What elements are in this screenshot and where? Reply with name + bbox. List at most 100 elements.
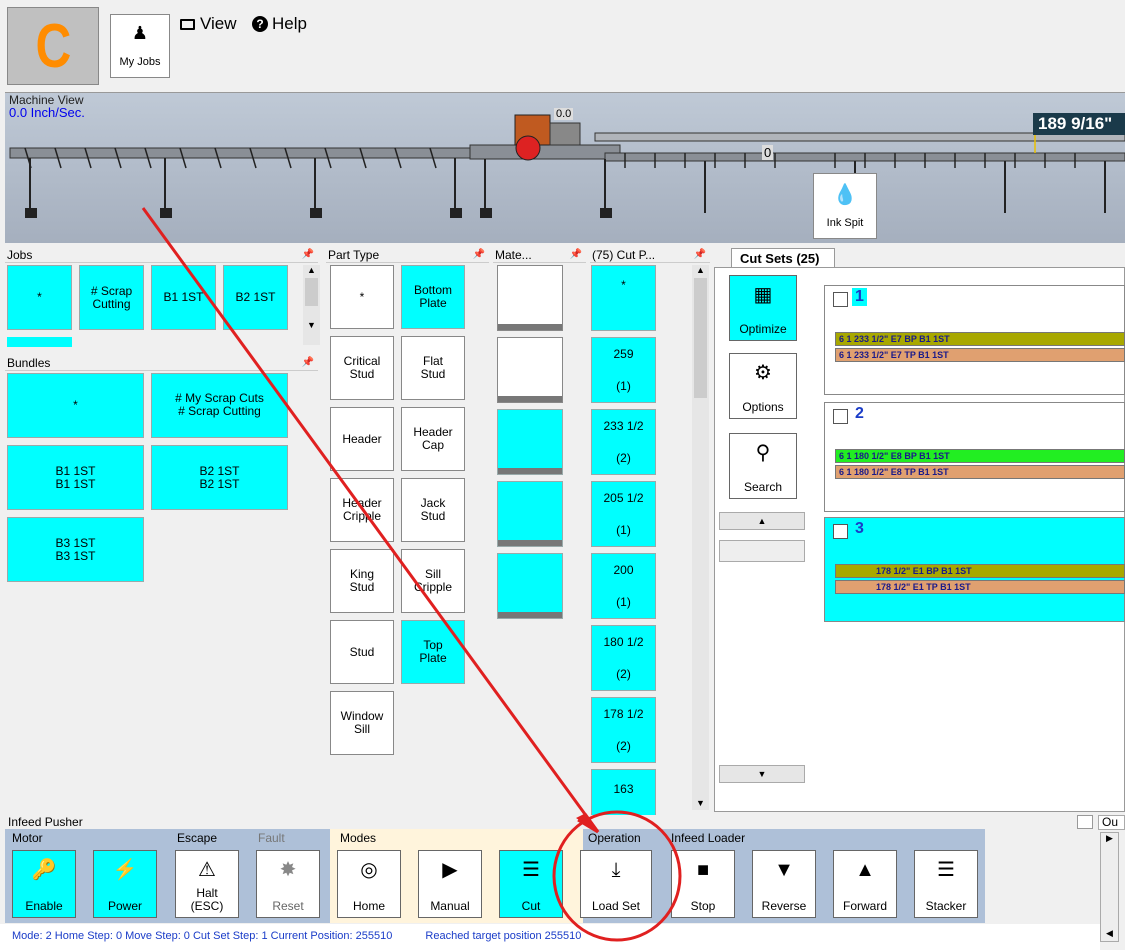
cut-part-tile[interactable]: * [591,265,656,331]
material-bar [498,612,562,618]
cut-set-strip: 6 1 180 1/2" E8 BP B1 1ST [835,449,1125,463]
cut-set-checkbox[interactable] [833,409,848,424]
material-tile[interactable] [497,337,563,403]
job-tile-partial[interactable] [7,337,72,347]
material-tile[interactable] [497,265,563,331]
job-tile-b1[interactable]: B1 1ST [151,265,216,330]
logo: C [7,7,99,85]
cut-set-checkbox[interactable] [833,524,848,539]
stacker-icon: ☰ [937,859,955,881]
cut-part-tile[interactable]: 233 1/2 (2) [591,409,656,475]
cut-set-strip: 6 1 233 1/2" E7 TP B1 1ST [835,348,1125,362]
power-button[interactable]: ⚡ Power [93,850,157,918]
cut-set-card[interactable]: 3 178 1/2" E1 BP B1 1ST 178 1/2" E1 TP B1 … [824,517,1125,622]
forward-button[interactable]: ▲ Forward [833,850,897,918]
pin-icon[interactable]: 📌 [302,355,314,371]
optimize-button[interactable]: ▦ Optimize [729,275,797,341]
part-type-tile[interactable]: Window Sill [330,691,394,755]
part-type-tile[interactable]: Stud [330,620,394,684]
bundle-tile-b2[interactable]: B2 1ST B2 1ST [151,445,288,510]
material-tile[interactable] [497,553,563,619]
enable-button[interactable]: 🔑 Enable [12,850,76,918]
cut-sets-scroll-down[interactable]: ▼ [719,765,805,783]
cut-part-tile[interactable]: 178 1/2 (2) [591,697,656,763]
stop-button[interactable]: ■ Stop [671,850,735,918]
cut-part-tile[interactable]: 200 (1) [591,553,656,619]
part-type-tile[interactable]: Header [330,407,394,471]
scroll-up-icon[interactable]: ▲ [692,265,709,275]
scroll-up-icon[interactable]: ▲ [303,265,320,275]
material-tile[interactable] [497,409,563,475]
up-triangle-icon: ▲ [855,859,875,881]
pin-icon[interactable]: 📌 [302,247,314,263]
part-type-tile[interactable]: Bottom Plate [401,265,465,329]
ink-spit-button[interactable]: 💧 Ink Spit [813,173,877,239]
halt-button[interactable]: ⚠ Halt (ESC) [175,850,239,918]
pusher-value: 0 [762,145,774,160]
target-icon: ◎ [360,859,378,881]
panel-checkbox[interactable] [1077,815,1093,829]
bundle-tile-all[interactable]: * [7,373,144,438]
part-type-tile[interactable]: Header Cap [401,407,465,471]
scroll-right-icon[interactable]: ▶ [1101,833,1118,844]
bundle-tile-scrap[interactable]: # My Scrap Cuts # Scrap Cutting [151,373,288,438]
part-type-tile[interactable]: King Stud [330,549,394,613]
scroll-down-icon[interactable]: ▼ [303,320,320,330]
cut-set-card[interactable]: 2 6 1 180 1/2" E8 BP B1 1ST 6 1 180 1/2" E… [824,402,1125,512]
cut-part-length: 180 1/2 [603,634,644,649]
cut-set-checkbox[interactable] [833,292,848,307]
part-type-tile[interactable]: Critical Stud [330,336,394,400]
options-button[interactable]: ⚙ Options [729,353,797,419]
bundle-tile-b3[interactable]: B3 1ST B3 1ST [7,517,144,582]
job-tile-b2[interactable]: B2 1ST [223,265,288,330]
home-button[interactable]: ◎ Home [337,850,401,918]
stacker-button[interactable]: ☰ Stacker [914,850,978,918]
material-tile[interactable] [497,481,563,547]
pin-icon[interactable]: 📌 [570,247,582,263]
material-bar [498,324,562,330]
scroll-down-icon[interactable]: ▼ [692,798,709,808]
job-tile-all[interactable]: * [7,265,72,330]
cut-part-count: (2) [616,450,631,465]
user-icon: ♟ [131,23,149,43]
cut-sets-scroll-track[interactable] [719,540,805,562]
bundle-tile-b1[interactable]: B1 1ST B1 1ST [7,445,144,510]
cut-set-card[interactable]: 1 6 1 233 1/2" E7 BP B1 1ST 6 1 233 1/2" E… [824,285,1125,395]
cut-sets-scroll-up[interactable]: ▲ [719,512,805,530]
down-triangle-icon: ▼ [774,859,794,881]
my-jobs-button[interactable]: ♟ My Jobs [110,14,170,78]
part-type-tile[interactable]: Top Plate [401,620,465,684]
reset-icon: ✸ [279,859,297,881]
manual-button[interactable]: ▶ Manual [418,850,482,918]
cut-part-tile[interactable]: 180 1/2 (2) [591,625,656,691]
position-readout: 189 9/16" [1033,113,1125,135]
cut-button[interactable]: ☰ Cut [499,850,563,918]
menu-view[interactable]: View [180,14,237,34]
reverse-button[interactable]: ▼ Reverse [752,850,816,918]
jobs-scrollbar[interactable]: ▲ ▼ [303,265,320,345]
part-type-tile[interactable]: Sill Cripple [401,549,465,613]
part-type-tile[interactable]: Jack Stud [401,478,465,542]
pin-icon[interactable]: 📌 [473,247,485,263]
part-type-panel-header: Part Type 📌 [326,247,489,263]
load-set-button[interactable]: ⤓ Load Set [580,850,652,918]
job-tile-scrap[interactable]: # Scrap Cutting [79,265,144,330]
search-button[interactable]: ⚲ Search [729,433,797,499]
cut-set-number: 2 [855,405,864,422]
output-panel-scrollbar[interactable]: ▶ ◀ [1100,832,1119,942]
pin-icon[interactable]: 📌 [694,247,706,263]
part-type-tile[interactable]: * [330,265,394,329]
scroll-left-icon[interactable]: ◀ [1101,928,1118,939]
cut-sets-tab[interactable]: Cut Sets (25) [731,248,835,268]
play-icon: ▶ [442,859,458,881]
cut-parts-scrollbar[interactable]: ▲ ▼ [692,265,709,810]
cut-part-tile[interactable]: 205 1/2 (1) [591,481,656,547]
part-type-tile[interactable]: Flat Stud [401,336,465,400]
cut-part-tile[interactable]: 259 (1) [591,337,656,403]
part-type-tile[interactable]: Header Cripple [330,478,394,542]
reset-button[interactable]: ✸ Reset [256,850,320,918]
cut-part-length: 205 1/2 [603,490,644,505]
drop-icon: 💧 [832,184,858,206]
cut-part-count: (1) [616,522,631,537]
menu-help[interactable]: ? Help [252,14,307,34]
